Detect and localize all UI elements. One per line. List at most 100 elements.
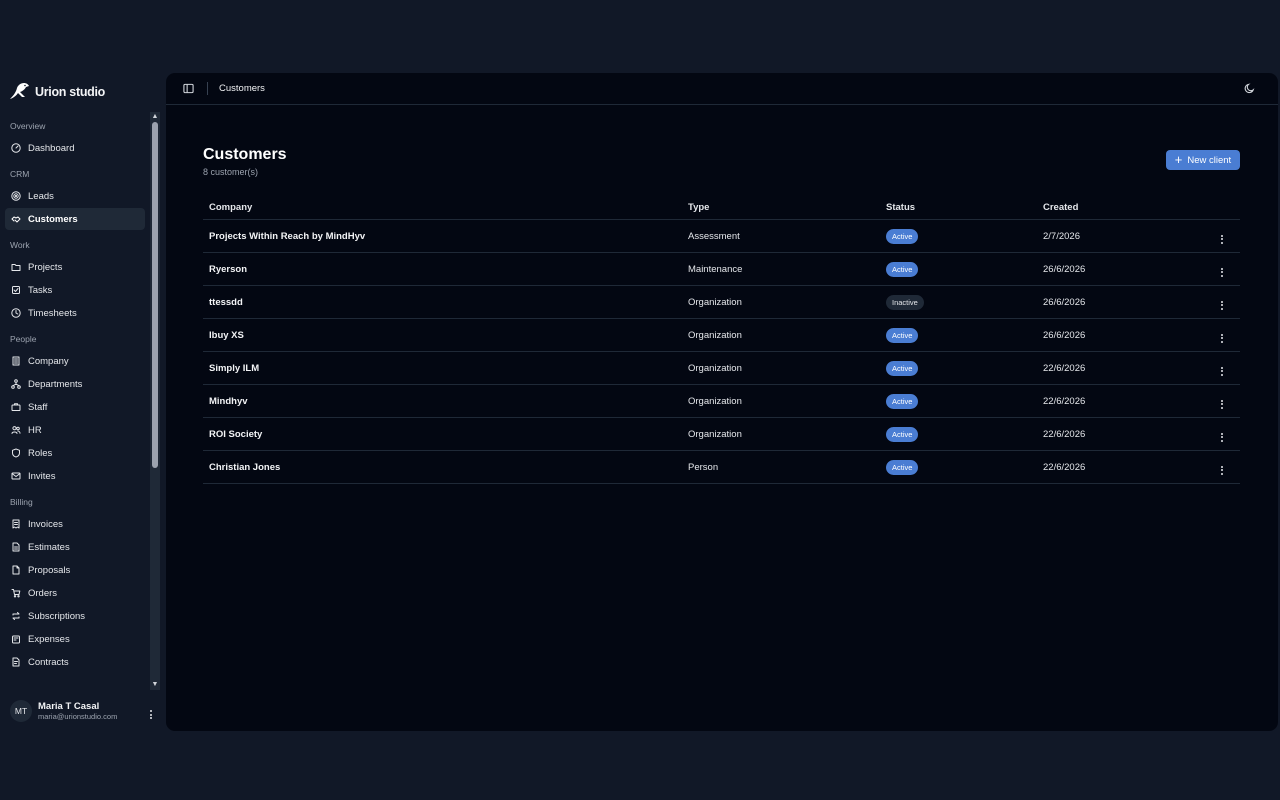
created-date: 2/7/2026: [1043, 230, 1080, 242]
sidebar-item-orders[interactable]: Orders: [5, 582, 145, 604]
company-name[interactable]: Ibuy XS: [209, 330, 244, 341]
sidebar-item-label: Tasks: [28, 284, 53, 296]
moon-icon[interactable]: [1244, 83, 1255, 94]
status-badge: Active: [886, 393, 919, 409]
status-badge: Inactive: [886, 294, 924, 310]
created-date: 22/6/2026: [1043, 362, 1086, 374]
status-badge: Active: [886, 360, 919, 376]
company-name[interactable]: Mindhyv: [209, 396, 248, 407]
row-actions-icon[interactable]: [1203, 262, 1240, 277]
file-icon: [12, 542, 20, 552]
network-icon: [11, 379, 21, 389]
sidebar-item-proposals[interactable]: Proposals: [5, 559, 145, 581]
sidebar-item-label: Projects: [28, 261, 63, 273]
company-name[interactable]: Simply ILM: [209, 363, 259, 374]
sidebar-item-label: Orders: [28, 587, 58, 599]
created-date: 22/6/2026: [1043, 461, 1086, 473]
sidebar-item-tasks[interactable]: Tasks: [5, 279, 145, 301]
table-row[interactable]: Projects Within Reach by MindHyv Assessme…: [203, 220, 1240, 253]
sidebar-item-company[interactable]: Company: [5, 350, 145, 372]
sidebar-toggle-icon[interactable]: [183, 83, 194, 94]
sidebar-item-invites[interactable]: Invites: [5, 465, 145, 487]
topbar: Customers: [166, 73, 1278, 105]
sidebar-item-label: Roles: [28, 447, 53, 459]
plus-icon: +: [1174, 152, 1183, 167]
customer-type: Organization: [688, 296, 742, 308]
company-name[interactable]: Christian Jones: [209, 462, 280, 473]
cart-icon: [11, 589, 21, 598]
new-client-button[interactable]: + New client: [1166, 150, 1240, 170]
table-row[interactable]: Mindhyv Organization Active 22/6/2026: [203, 385, 1240, 418]
building-icon: [12, 356, 20, 366]
users-icon: [11, 426, 21, 434]
sidebar: Urion studio Overview Dashboard CRM Leads Cu…: [0, 72, 166, 732]
target-icon: [11, 191, 21, 201]
sidebar-item-subscriptions[interactable]: Subscriptions: [5, 605, 145, 627]
created-date: 26/6/2026: [1043, 329, 1086, 341]
company-name[interactable]: ROI Society: [209, 429, 262, 440]
status-badge: Active: [886, 459, 919, 475]
row-actions-icon[interactable]: [1203, 361, 1240, 376]
table-row[interactable]: Simply ILM Organization Active 22/6/2026: [203, 352, 1240, 385]
sidebar-item-customers[interactable]: Customers: [5, 208, 145, 230]
company-name[interactable]: Ryerson: [209, 264, 247, 275]
company-name[interactable]: ttessdd: [209, 297, 243, 308]
page-header: Customers 8 customer(s) + New client: [203, 146, 1240, 177]
customer-type: Organization: [688, 329, 742, 341]
sidebar-item-departments[interactable]: Departments: [5, 373, 145, 395]
table-row[interactable]: Ryerson Maintenance Active 26/6/2026: [203, 253, 1240, 286]
column-header-created[interactable]: Created: [1043, 202, 1203, 213]
scroll-up-arrow-icon[interactable]: ▲: [151, 113, 159, 121]
sidebar-item-label: Proposals: [28, 564, 71, 576]
sidebar-item-label: Expenses: [28, 633, 70, 645]
sidebar-item-invoices[interactable]: Invoices: [5, 513, 145, 535]
sidebar-item-staff[interactable]: Staff: [5, 396, 145, 418]
sidebar-item-estimates[interactable]: Estimates: [5, 536, 145, 558]
row-actions-icon[interactable]: [1203, 427, 1240, 442]
customer-type: Organization: [688, 428, 742, 440]
sidebar-item-label: Departments: [28, 378, 83, 390]
sidebar-scrollbar[interactable]: ▲ ▼: [150, 112, 160, 690]
gauge-icon: [11, 143, 21, 153]
user-profile[interactable]: MT Maria T Casal maria@urionstudio.com: [10, 698, 156, 724]
nav-group-label: Work: [10, 240, 30, 250]
sidebar-item-contracts[interactable]: Contracts: [5, 651, 145, 673]
table-row[interactable]: ROI Society Organization Active 22/6/2026: [203, 418, 1240, 451]
status-badge: Active: [886, 327, 919, 343]
row-actions-icon[interactable]: [1203, 295, 1240, 310]
table-row[interactable]: Christian Jones Person Active 22/6/2026: [203, 451, 1240, 484]
row-actions-icon[interactable]: [1203, 394, 1240, 409]
company-name[interactable]: Projects Within Reach by MindHyv: [209, 231, 365, 242]
scroll-down-arrow-icon[interactable]: ▼: [151, 681, 159, 689]
receipt-icon: [12, 519, 20, 529]
clock-icon: [11, 308, 21, 318]
created-date: 22/6/2026: [1043, 395, 1086, 407]
scrollbar-thumb[interactable]: [152, 122, 158, 468]
mail-icon: [11, 472, 21, 480]
sidebar-item-timesheets[interactable]: Timesheets: [5, 302, 145, 324]
table-row[interactable]: Ibuy XS Organization Active 26/6/2026: [203, 319, 1240, 352]
row-actions-icon[interactable]: [1203, 460, 1240, 475]
column-header-status[interactable]: Status: [886, 202, 1043, 213]
sidebar-item-label: Timesheets: [28, 307, 77, 319]
briefcase-icon: [11, 403, 21, 411]
row-actions-icon[interactable]: [1203, 229, 1240, 244]
sidebar-item-hr[interactable]: HR: [5, 419, 145, 441]
sidebar-item-leads[interactable]: Leads: [5, 185, 145, 207]
row-actions-icon[interactable]: [1203, 328, 1240, 343]
table-row[interactable]: ttessdd Organization Inactive 26/6/2026: [203, 286, 1240, 319]
column-header-company[interactable]: Company: [203, 202, 688, 213]
sidebar-item-expenses[interactable]: Expenses: [5, 628, 145, 650]
brand-logo[interactable]: Urion studio: [8, 80, 105, 104]
customer-type: Organization: [688, 395, 742, 407]
nav-group-label: CRM: [10, 169, 30, 179]
topbar-divider: [207, 82, 208, 95]
column-header-type[interactable]: Type: [688, 202, 886, 213]
status-badge: Active: [886, 228, 919, 244]
sidebar-item-projects[interactable]: Projects: [5, 256, 145, 278]
sidebar-item-roles[interactable]: Roles: [5, 442, 145, 464]
user-email: maria@urionstudio.com: [38, 712, 118, 722]
user-menu-icon[interactable]: [146, 703, 156, 719]
sidebar-item-dashboard[interactable]: Dashboard: [5, 137, 145, 159]
sidebar-item-label: HR: [28, 424, 42, 436]
